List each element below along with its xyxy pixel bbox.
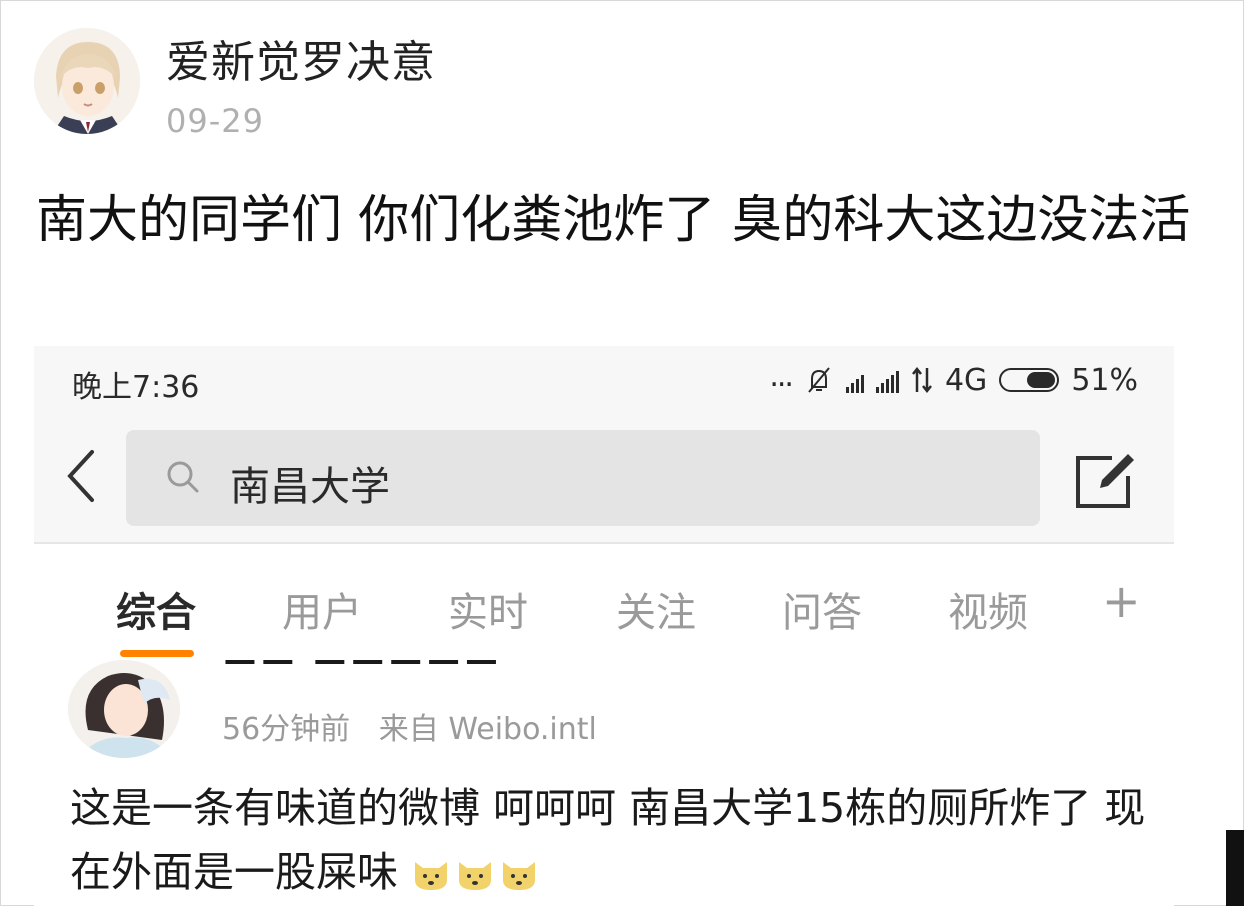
weibo-time: 56分钟前: [222, 712, 351, 747]
signal-2-icon: [875, 367, 899, 393]
author-avatar[interactable]: [34, 28, 140, 134]
search-query: 南昌大学: [230, 464, 390, 510]
author-name[interactable]: 爱新觉罗决意: [166, 26, 436, 90]
tab-qa[interactable]: 问答: [782, 580, 862, 638]
tab-realtime[interactable]: 实时: [448, 580, 528, 638]
tab-comprehensive[interactable]: 综合: [116, 580, 196, 638]
battery-level: 51%: [1071, 362, 1138, 398]
status-bar: 晚上7:36 ... 4G 51%: [34, 346, 1174, 416]
doge-emoji-icon: [459, 862, 492, 890]
weibo-text: 这是一条有味道的微博 呵呵呵 南昌大学15栋的厕所炸了 现在外面是一股屎味: [70, 776, 1150, 904]
embedded-screenshot[interactable]: 晚上7:36 ... 4G 51% 南昌大学 综合 用户 实时 关注 问答 视频…: [34, 346, 1174, 906]
more-dots: ...: [769, 358, 794, 394]
tab-video[interactable]: 视频: [948, 580, 1028, 638]
tab-users[interactable]: 用户: [282, 580, 362, 638]
tab-add-button[interactable]: +: [1102, 574, 1141, 628]
weibo-source[interactable]: 来自 Weibo.intl: [379, 712, 597, 747]
weibo-username-cut: ▬▬ ▬▬▬▬▬: [222, 642, 502, 664]
back-icon[interactable]: [60, 446, 100, 506]
post-date: 09-29: [166, 102, 264, 140]
battery-icon: [999, 368, 1060, 392]
search-tabs: 综合 用户 实时 关注 问答 视频 +: [34, 558, 1174, 665]
weibo-meta: 56分钟前 来自 Weibo.intl: [222, 704, 597, 748]
search-nav-bar: 南昌大学: [34, 416, 1174, 544]
signal-1-icon: [845, 367, 864, 393]
weibo-text-content: 这是一条有味道的微博 呵呵呵 南昌大学15栋的厕所炸了 现在外面是一股屎味: [70, 784, 1146, 896]
scroll-edge-bar: [1226, 830, 1244, 906]
compose-icon[interactable]: [1072, 450, 1138, 512]
data-arrows-icon: [911, 366, 932, 394]
doge-emoji-icon: [415, 862, 448, 890]
network-label: 4G: [944, 362, 988, 398]
active-tab-indicator: [120, 650, 194, 657]
weibo-card[interactable]: ▬▬ ▬▬▬▬▬ 56分钟前 来自 Weibo.intl 这是一条有味道的微博 …: [34, 642, 1174, 906]
search-icon: [167, 461, 199, 493]
post-text: 南大的同学们 你们化粪池炸了 臭的科大这边没法活: [36, 191, 1191, 250]
tab-following[interactable]: 关注: [616, 580, 696, 638]
mute-bell-icon: [808, 367, 830, 393]
doge-emoji-icon: [503, 862, 536, 890]
search-input[interactable]: 南昌大学: [126, 430, 1040, 526]
status-time: 晚上7:36: [72, 370, 200, 405]
weibo-avatar[interactable]: [68, 660, 180, 758]
status-icons: ... 4G 51%: [769, 358, 1138, 400]
